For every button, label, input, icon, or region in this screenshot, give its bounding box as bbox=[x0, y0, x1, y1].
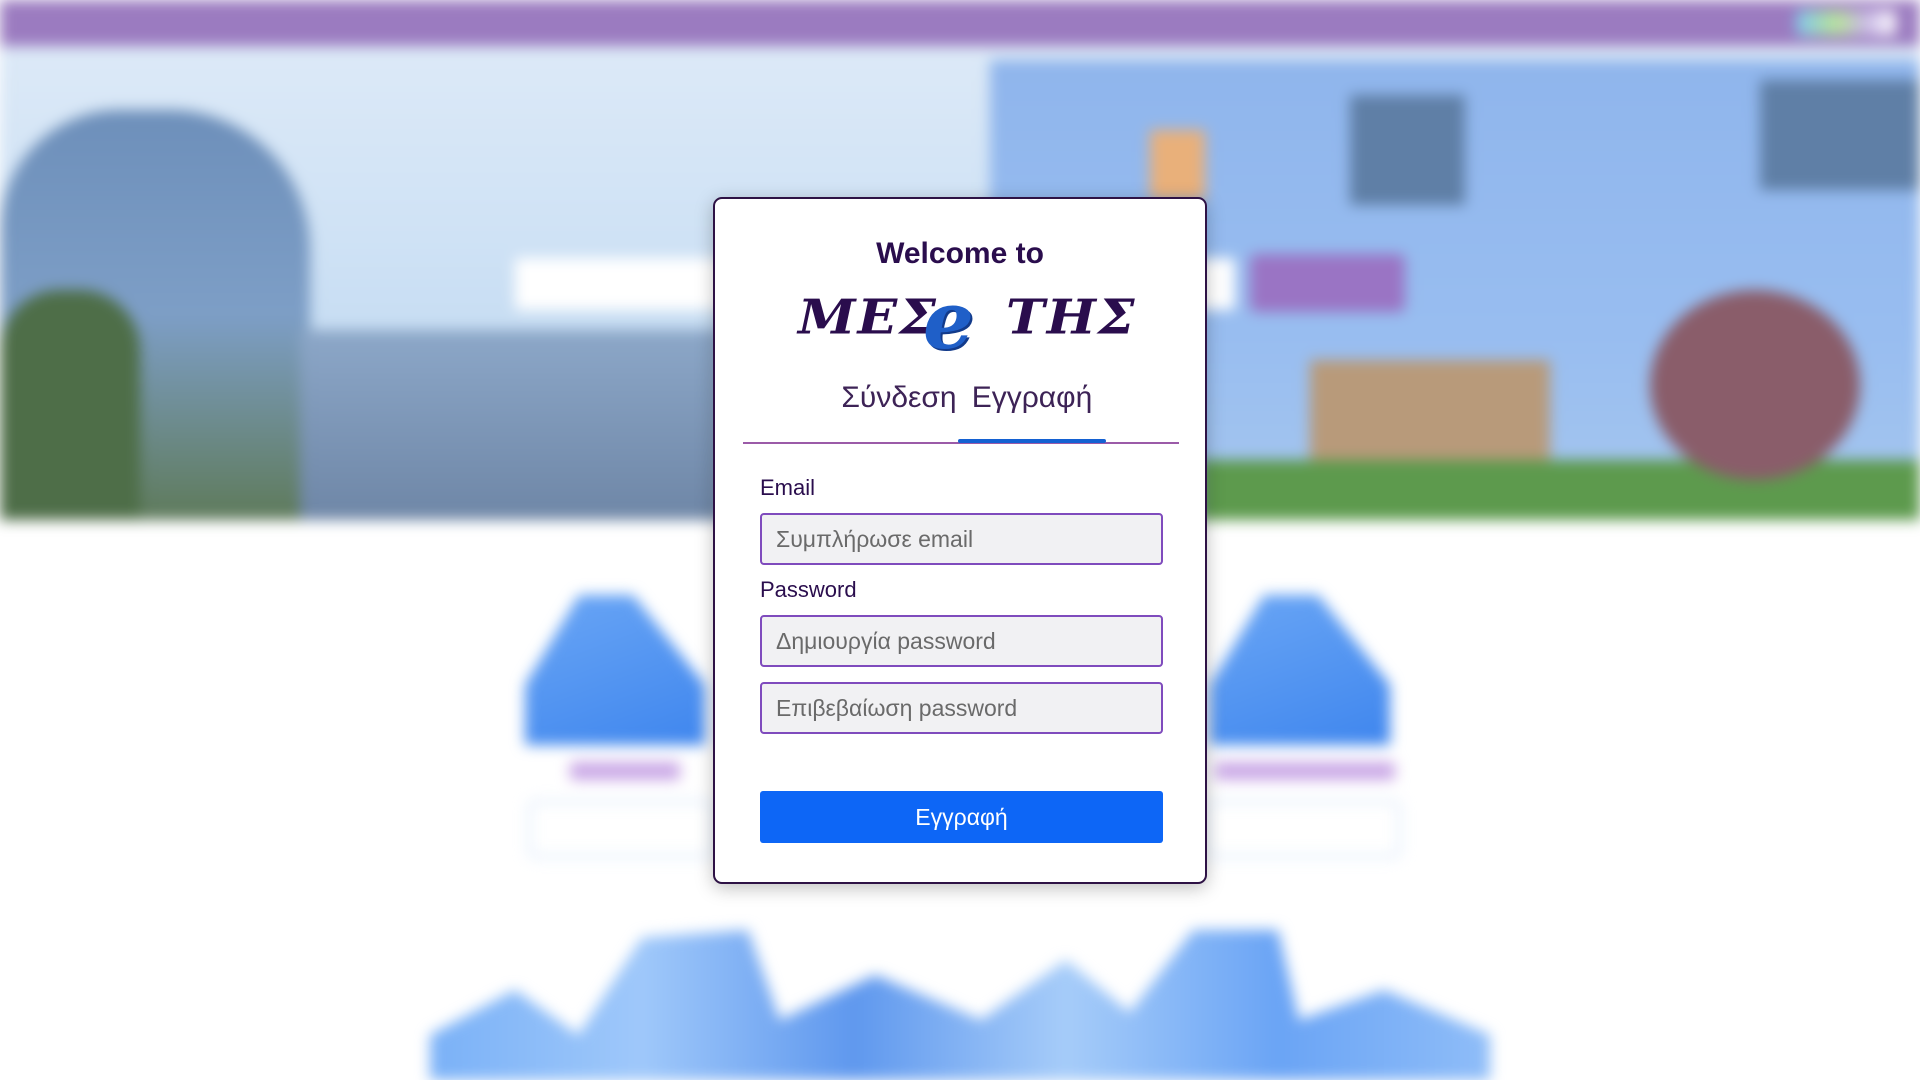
logo-e-mark: e bbox=[923, 273, 974, 367]
welcome-heading: Welcome to bbox=[876, 237, 1044, 270]
password-label: Password bbox=[760, 577, 857, 602]
background-grass bbox=[1200, 460, 1920, 520]
background-doors bbox=[1310, 360, 1550, 470]
background-tree bbox=[1650, 290, 1860, 480]
confirm-password-input[interactable] bbox=[760, 682, 1163, 734]
email-input[interactable] bbox=[760, 513, 1163, 565]
background-building bbox=[300, 330, 720, 520]
tab-register[interactable]: Εγγραφή bbox=[958, 377, 1106, 443]
background-card-label bbox=[570, 762, 680, 780]
auth-modal: Welcome to ΜΕΣ e ΤΗΣ Σύνδεση Εγγραφή Ema… bbox=[713, 197, 1207, 884]
auth-tabs: Σύνδεση Εγγραφή bbox=[743, 377, 1179, 444]
mesetis-logo: ΜΕΣ e ΤΗΣ bbox=[798, 273, 1135, 367]
background-window bbox=[1760, 80, 1920, 190]
background-city-illustration bbox=[430, 930, 1490, 1080]
background-house-icon bbox=[525, 595, 705, 745]
background-topbar-icons bbox=[1796, 10, 1896, 36]
register-button[interactable]: Εγγραφή bbox=[760, 791, 1163, 843]
background-house-icon bbox=[1210, 595, 1390, 745]
email-label: Email bbox=[760, 475, 816, 500]
logo-text-right: ΤΗΣ bbox=[1006, 289, 1137, 346]
background-card-button bbox=[528, 800, 714, 858]
tab-login[interactable]: Σύνδεση bbox=[821, 377, 977, 440]
background-top-bar bbox=[0, 0, 1920, 46]
active-tab-indicator bbox=[958, 439, 1106, 443]
password-input[interactable] bbox=[760, 615, 1163, 667]
background-search-button bbox=[1250, 254, 1405, 312]
background-detail bbox=[1150, 130, 1205, 200]
background-tree bbox=[0, 290, 140, 520]
tab-register-label: Εγγραφή bbox=[971, 381, 1093, 414]
logo-text-left: ΜΕΣ bbox=[798, 289, 938, 346]
background-card-button bbox=[1205, 800, 1401, 858]
background-card-label bbox=[1215, 762, 1395, 780]
background-window bbox=[1350, 95, 1465, 205]
